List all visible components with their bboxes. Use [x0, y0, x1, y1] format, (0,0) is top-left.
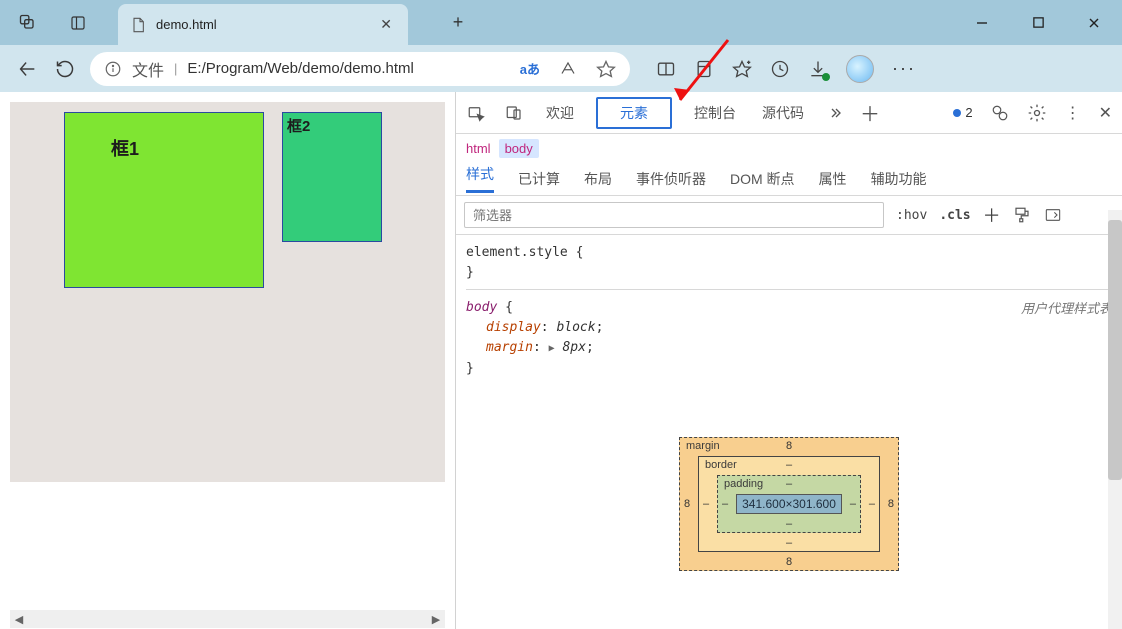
subtab-listeners[interactable]: 事件侦听器: [636, 169, 706, 189]
document-icon: [130, 17, 146, 33]
read-aloud-icon[interactable]: [558, 60, 578, 78]
devtools-vertical-scrollbar[interactable]: [1108, 210, 1122, 629]
browser-tab[interactable]: demo.html ✕: [118, 4, 408, 45]
more-tabs-icon[interactable]: [826, 105, 842, 121]
styles-subtab-row: 样式 已计算 布局 事件侦听器 DOM 断点 属性 辅助功能: [456, 162, 1122, 196]
favorites-icon[interactable]: [732, 59, 752, 79]
elements-breadcrumb: html body: [456, 134, 1122, 162]
url-scheme-label: 文件: [132, 57, 164, 81]
styles-filter-input[interactable]: [464, 202, 884, 228]
box-model-padding[interactable]: padding – – – – 341.600×301.600: [717, 475, 861, 533]
workspaces-icon[interactable]: [18, 13, 38, 33]
window-maximize-button[interactable]: [1010, 0, 1066, 45]
box-model-margin[interactable]: margin 8 8 8 8 border – – – – padding – …: [679, 437, 899, 571]
sidebar-icon[interactable]: [694, 59, 714, 79]
computed-toggle-icon[interactable]: [1043, 207, 1063, 223]
scroll-left-icon[interactable]: ◀: [10, 613, 28, 626]
devtools-settings-icon2[interactable]: [991, 104, 1009, 122]
browser-toolbar: 文件 | E:/Program/Web/demo/demo.html aあ ··…: [0, 45, 1122, 92]
subtab-styles[interactable]: 样式: [466, 164, 494, 193]
subtab-dom-breakpoints[interactable]: DOM 断点: [730, 169, 795, 189]
breadcrumb-body[interactable]: body: [499, 139, 539, 158]
add-tab-icon[interactable]: ＋: [860, 98, 880, 127]
subtab-layout[interactable]: 布局: [584, 169, 612, 189]
favorite-star-icon[interactable]: [596, 59, 616, 79]
subtab-properties[interactable]: 属性: [819, 169, 847, 189]
info-icon[interactable]: [104, 60, 122, 78]
issues-badge[interactable]: 2: [953, 105, 972, 120]
box2-label: 框2: [287, 115, 310, 136]
ua-stylesheet-label: 用户代理样式表: [1021, 298, 1112, 317]
demo-box-1: 框1: [64, 112, 264, 288]
devtools-menu-icon[interactable]: ⋮: [1065, 103, 1081, 123]
subtab-accessibility[interactable]: 辅助功能: [871, 169, 927, 189]
window-minimize-button[interactable]: [954, 0, 1010, 45]
history-icon[interactable]: [770, 59, 790, 79]
page-body: 框1 框2: [10, 102, 445, 482]
devtools-tab-elements-highlight: 元素: [596, 97, 672, 129]
box-model-border[interactable]: border – – – – padding – – – – 341.600×3…: [698, 456, 880, 552]
breadcrumb-html[interactable]: html: [466, 141, 491, 156]
issues-count: 2: [965, 105, 972, 120]
url-separator: |: [174, 61, 177, 76]
devtools-close-icon[interactable]: ✕: [1099, 103, 1112, 123]
device-toggle-icon[interactable]: [504, 104, 524, 122]
demo-box-2: 框2: [282, 112, 382, 242]
box-model-diagram: margin 8 8 8 8 border – – – – padding – …: [456, 387, 1122, 629]
devtools-tab-sources[interactable]: 源代码: [758, 95, 808, 131]
translate-icon[interactable]: aあ: [520, 59, 540, 78]
window-close-button[interactable]: [1066, 0, 1122, 45]
page-viewport: 框1 框2 ◀ ▶: [0, 92, 455, 629]
refresh-button[interactable]: [52, 56, 78, 82]
devtools-tab-welcome[interactable]: 欢迎: [542, 95, 578, 131]
window-titlebar: demo.html ✕ +: [0, 0, 1122, 45]
scroll-track[interactable]: [28, 610, 427, 628]
hov-toggle[interactable]: :hov: [896, 208, 927, 223]
devtools-settings-icon[interactable]: [1027, 103, 1047, 123]
styles-filter-row: :hov .cls ＋: [456, 196, 1122, 235]
address-bar[interactable]: 文件 | E:/Program/Web/demo/demo.html aあ: [90, 52, 630, 86]
devtools-tab-row: 欢迎 元素 控制台 源代码 ＋ 2 ⋮ ✕: [456, 92, 1122, 134]
new-tab-button[interactable]: +: [438, 12, 478, 33]
subtab-computed[interactable]: 已计算: [518, 169, 560, 189]
cls-toggle[interactable]: .cls: [939, 208, 970, 223]
rule-element-style[interactable]: element.style {: [466, 243, 1112, 263]
split-screen-icon[interactable]: [656, 59, 676, 79]
profile-avatar[interactable]: [846, 55, 874, 83]
rule-body-ua[interactable]: 用户代理样式表 body { display: block; margin: ▶…: [466, 289, 1112, 379]
tab-title: demo.html: [156, 17, 366, 32]
tab-actions-icon[interactable]: [68, 13, 88, 33]
box1-label: 框1: [111, 135, 139, 161]
devtools-tab-console[interactable]: 控制台: [690, 95, 740, 131]
url-path: E:/Program/Web/demo/demo.html: [187, 60, 413, 77]
styles-rules-pane: element.style { } 用户代理样式表 body { display…: [456, 235, 1122, 387]
scroll-right-icon[interactable]: ▶: [427, 613, 445, 626]
more-menu-button[interactable]: ···: [892, 58, 916, 79]
paint-icon[interactable]: [1013, 206, 1031, 224]
downloads-icon[interactable]: [808, 59, 828, 79]
devtools-panel: 欢迎 元素 控制台 源代码 ＋ 2 ⋮ ✕ ht: [455, 92, 1122, 629]
inspect-element-icon[interactable]: [466, 104, 486, 122]
issues-dot-icon: [953, 109, 961, 117]
back-button[interactable]: [14, 56, 40, 82]
horizontal-scrollbar[interactable]: ◀ ▶: [10, 610, 445, 628]
scrollbar-thumb[interactable]: [1108, 220, 1122, 480]
tab-close-icon[interactable]: ✕: [376, 16, 396, 33]
devtools-tab-elements[interactable]: 元素: [616, 97, 652, 129]
new-style-rule-icon[interactable]: ＋: [983, 202, 1001, 228]
box-model-content[interactable]: 341.600×301.600: [736, 494, 842, 514]
